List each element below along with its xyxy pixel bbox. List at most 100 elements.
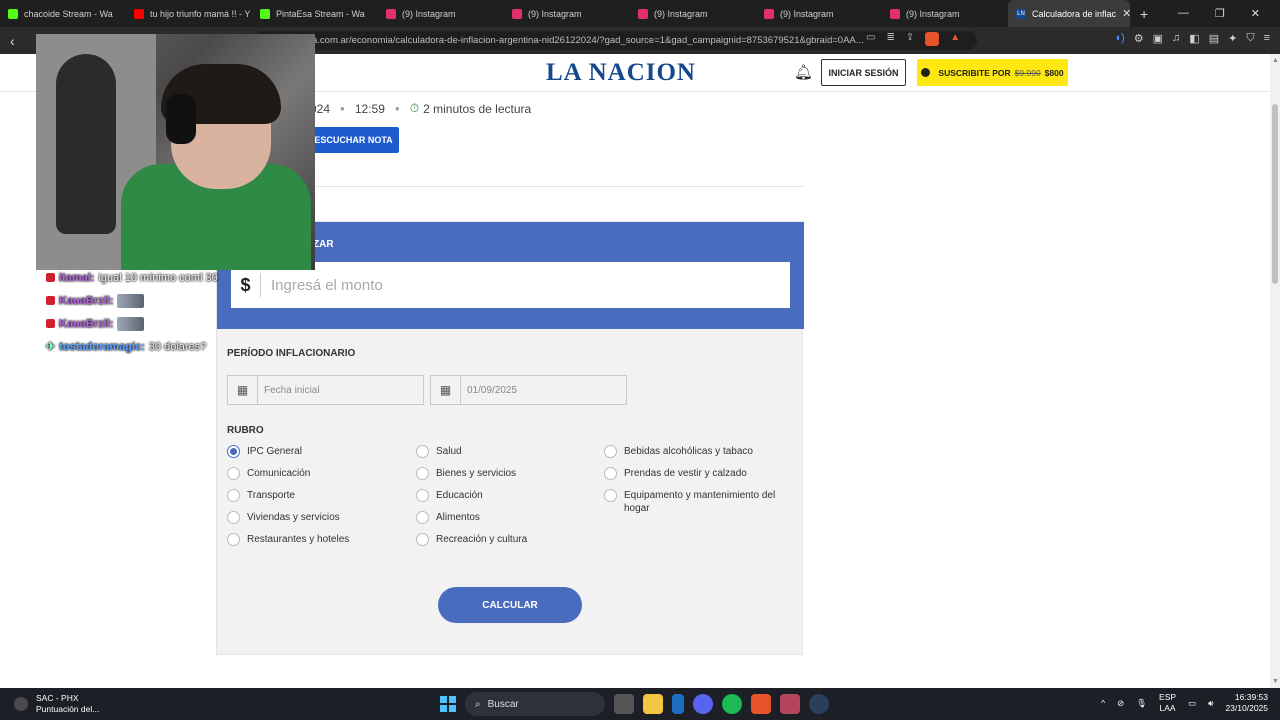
menu-icon[interactable]: ≡ [1264,32,1270,45]
screen-icon[interactable]: ▭ [866,32,875,46]
radio-button[interactable] [227,445,240,458]
chat-user: tostadoramagic: [59,340,145,353]
extensions-icon[interactable]: ⚙ [1134,32,1144,45]
display-icon[interactable]: ▭ [1188,698,1196,709]
radio-button[interactable] [416,511,429,524]
radio-button[interactable] [227,511,240,524]
scroll-up-icon[interactable]: ▲ [1272,57,1279,64]
reader-icon[interactable]: ≣ [886,32,894,46]
rubro-option[interactable]: Transporte [227,489,402,502]
file-explorer-icon[interactable] [643,694,663,714]
language-indicator[interactable]: ESP LAA [1159,692,1176,714]
brave-icon[interactable] [751,694,771,714]
new-tab-icon[interactable]: + [1140,6,1148,22]
wallet-icon[interactable]: ▤ [1209,32,1219,45]
end-date-field[interactable]: ▦ [430,375,627,405]
radio-button[interactable] [604,489,617,502]
site-logo[interactable]: LA NACION [546,59,696,87]
tab-0[interactable]: chacoide Stream - Wa [0,0,126,27]
chat-line: KauaBrzil: [46,312,246,335]
subscribe-old-price: $9.990 [1014,67,1041,78]
share-icon[interactable]: ⇪ [906,32,914,46]
rubro-option-label: Bienes y servicios [436,468,517,479]
end-date-input[interactable] [467,384,617,396]
rubro-option[interactable]: Bienes y servicios [416,467,591,480]
app-icon[interactable] [780,694,800,714]
radio-button[interactable] [604,467,617,480]
audio-icon[interactable]: ◖) [1114,32,1124,45]
scroll-down-icon[interactable]: ▼ [1272,678,1279,685]
rubro-option[interactable]: Recreación y cultura [416,533,591,546]
rubro-option[interactable]: Educación [416,489,591,502]
scroll-thumb[interactable] [1272,104,1278,284]
radio-button[interactable] [227,533,240,546]
taskbar-widget[interactable]: SAC - PHX Puntuación del... [14,693,99,715]
tab-3[interactable]: (9) Instagram [378,0,504,27]
sidebar-icon[interactable]: ◧ [1189,32,1199,45]
close-window-icon[interactable]: ✕ [1251,7,1260,20]
tab-2[interactable]: PintaEsa Stream - Wa [252,0,378,27]
spotify-icon[interactable] [722,694,742,714]
listen-button[interactable]: ESCUCHAR NOTA [308,127,399,153]
close-tab-icon[interactable]: ✕ [1122,7,1130,20]
tab-label: PintaEsa Stream - Wa [276,8,365,19]
radio-button[interactable] [227,467,240,480]
radio-button[interactable] [227,489,240,502]
amount-input[interactable] [271,276,751,294]
minimize-icon[interactable]: — [1178,7,1189,20]
taskbar-search[interactable]: ⌕ Buscar [465,692,605,716]
rubro-option[interactable]: Comunicación [227,467,402,480]
network-off-icon[interactable]: ⊘ [1117,698,1124,709]
leo-icon[interactable]: ✦ [1228,32,1237,45]
brave-rewards-icon[interactable]: ▲ [950,32,960,46]
bing-icon[interactable] [672,694,684,714]
start-date-field[interactable]: ▦ [227,375,424,405]
rubro-label: RUBRO [227,425,264,436]
radio-button[interactable] [416,533,429,546]
radio-button[interactable] [416,467,429,480]
tab-1[interactable]: tu hijo triunfo mamá !! - Y [126,0,252,27]
mic-icon[interactable]: 🎙︎ [1136,698,1147,709]
windows-start-icon[interactable] [440,696,456,712]
tab-favicon-icon [134,8,144,19]
back-icon[interactable]: ‹ [10,33,26,49]
media-icon[interactable]: ♫ [1172,32,1180,45]
calendar-icon[interactable]: ▦ [431,376,461,404]
rubro-option[interactable]: Salud [416,445,591,458]
tab-favicon-icon [260,8,270,19]
maximize-icon[interactable]: ❐ [1215,7,1225,20]
rubro-option[interactable]: Alimentos [416,511,591,524]
rubro-option[interactable]: Restaurantes y hoteles [227,533,402,546]
rubro-option[interactable]: Equipamento y mantenimiento del hogar [604,489,779,515]
tab-active[interactable]: LN Calculadora de inflac ✕ [1008,0,1130,27]
tab-5[interactable]: (9) Instagram [630,0,756,27]
chevron-up-icon[interactable]: ^ [1101,698,1105,708]
divider [310,186,803,187]
page-scrollbar[interactable]: ▲ ▼ [1270,54,1280,688]
task-view-icon[interactable] [614,694,634,714]
tab-6[interactable]: (9) Instagram [756,0,882,27]
radio-button[interactable] [604,445,617,458]
rubro-option[interactable]: IPC General [227,445,402,458]
vpn-icon[interactable]: ⛉ [1246,32,1254,45]
tab-7[interactable]: (9) Instagram [882,0,1008,27]
start-date-input[interactable] [264,384,414,396]
subscribe-button[interactable]: SUSCRIBITE POR $9.990 $800 [917,59,1068,86]
tab-4[interactable]: (9) Instagram [504,0,630,27]
discord-icon[interactable] [693,694,713,714]
calculate-button[interactable]: CALCULAR [438,587,582,623]
rubro-option[interactable]: Viviendas y servicios [227,511,402,524]
radio-button[interactable] [416,489,429,502]
screenshot-icon[interactable]: ▣ [1153,32,1163,45]
login-button[interactable]: INICIAR SESIÓN [821,59,906,86]
volume-icon[interactable]: 🔊︎ [1208,698,1213,709]
brave-shields-icon[interactable] [925,32,940,46]
rubro-option[interactable]: Prendas de vestir y calzado [604,467,779,480]
search-icon: ⌕ [475,698,481,710]
bell-icon[interactable]: 🔔︎ [794,63,813,81]
clock[interactable]: 16:39:53 23/10/2025 [1225,692,1268,714]
steam-icon[interactable] [809,694,829,714]
radio-button[interactable] [416,445,429,458]
rubro-option[interactable]: Bebidas alcohólicas y tabaco [604,445,779,458]
calendar-icon[interactable]: ▦ [228,376,258,404]
